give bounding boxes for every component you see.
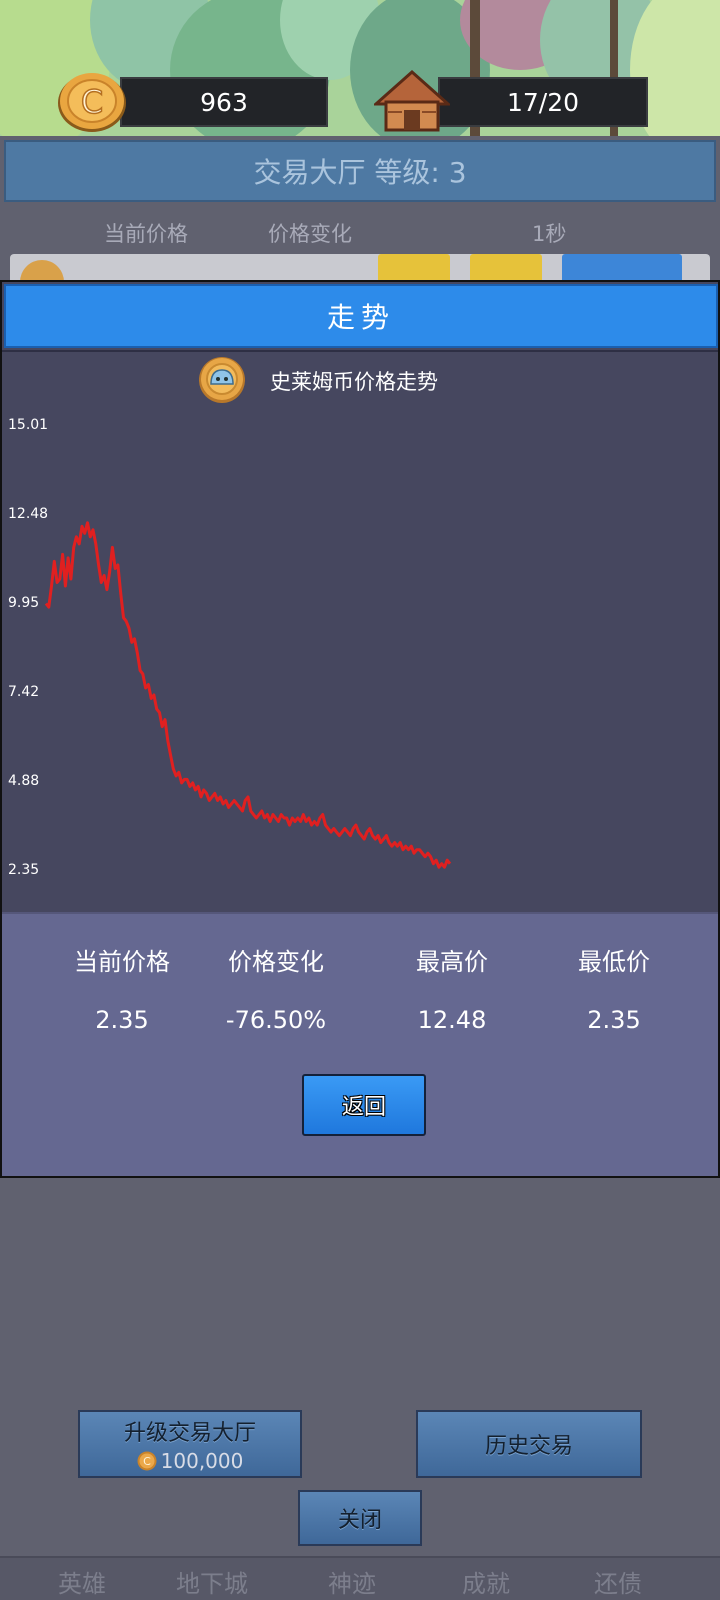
nav-dungeon[interactable]: 地下城: [176, 1564, 248, 1599]
chart-title: 史莱姆币价格走势: [270, 370, 438, 394]
y-tick-label: 15.01: [8, 417, 48, 433]
close-button[interactable]: 关闭: [298, 1490, 422, 1546]
nav-miracles[interactable]: 神迹: [328, 1564, 376, 1599]
modal-title: 走势: [4, 284, 718, 348]
hall-title: 交易大厅 等级: 3: [4, 140, 716, 202]
upgrade-cost-value: 100,000: [160, 1449, 244, 1473]
nav-achievements[interactable]: 成就: [462, 1564, 510, 1599]
nav-repay-debt[interactable]: 还债: [594, 1564, 642, 1599]
y-tick-label: 12.48: [8, 506, 48, 522]
upgrade-cost: C 100,000: [137, 1449, 244, 1473]
header-price-change: 价格变化: [268, 222, 352, 246]
hall-column-headers: 当前价格 价格变化 1秒: [0, 212, 720, 252]
back-button[interactable]: 返回: [302, 1074, 426, 1136]
house-capacity: 17/20: [438, 77, 648, 127]
coin-counter: 963: [120, 77, 328, 127]
svg-text:C: C: [143, 1455, 151, 1468]
divider: [2, 350, 718, 352]
nav-heroes[interactable]: 英雄: [58, 1564, 106, 1599]
upgrade-label: 升级交易大厅: [123, 1421, 256, 1446]
slime-coin-icon: [199, 357, 245, 403]
stat-label-price-change: 价格变化: [228, 948, 324, 976]
header-current-price: 当前价格: [104, 222, 188, 246]
small-coin-icon: C: [137, 1451, 157, 1471]
stats-panel: 当前价格 价格变化 最高价 最低价 2.35 -76.50% 12.48 2.3…: [2, 912, 718, 1176]
trend-modal: 走势 史莱姆币价格走势 15.01 12.48 9.95 7.42 4.88 2.35 当…: [0, 280, 720, 1178]
y-tick-label: 2.35: [8, 862, 39, 878]
svg-text:C: C: [81, 83, 103, 121]
price-series-line: [44, 521, 452, 869]
stat-value-current-price: 2.35: [95, 1006, 149, 1034]
coin-amount: 963: [200, 87, 248, 117]
stat-label-high-price: 最高价: [416, 948, 488, 976]
y-tick-label: 4.88: [8, 773, 39, 789]
capacity-value: 17/20: [506, 87, 580, 117]
stat-value-high-price: 12.48: [417, 1006, 487, 1034]
gold-coin-icon: C: [58, 73, 126, 132]
price-trend-chart: 15.01 12.48 9.95 7.42 4.88 2.35: [8, 417, 452, 878]
history-label: 历史交易: [484, 1434, 573, 1459]
stat-value-price-change: -76.50%: [225, 1006, 327, 1034]
header-time: 1秒: [532, 222, 567, 246]
stat-label-current-price: 当前价格: [74, 948, 170, 976]
close-label: 关闭: [337, 1508, 382, 1533]
upgrade-hall-button[interactable]: 升级交易大厅 C 100,000: [78, 1410, 302, 1478]
stat-label-low-price: 最低价: [578, 948, 650, 976]
y-tick-label: 9.95: [8, 595, 39, 611]
y-axis-ticks: 15.01 12.48 9.95 7.42 4.88 2.35: [8, 417, 48, 878]
house-icon: [374, 70, 450, 132]
bottom-nav: 英雄 地下城 神迹 成就 还债: [0, 1556, 720, 1600]
y-tick-label: 7.42: [8, 684, 39, 700]
stat-value-low-price: 2.35: [587, 1006, 641, 1034]
history-trades-button[interactable]: 历史交易: [416, 1410, 642, 1478]
